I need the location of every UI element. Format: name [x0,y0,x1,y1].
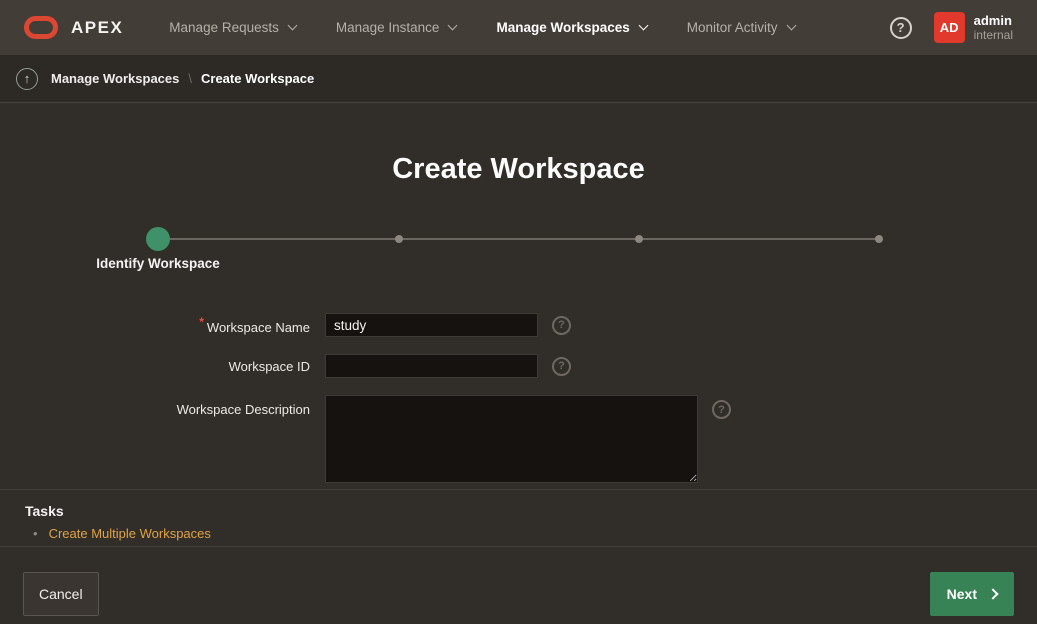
next-button[interactable]: Next [930,572,1014,616]
avatar[interactable]: AD [934,12,965,43]
workspace-description-label-cell: Workspace Description [0,395,310,417]
nav-manage-instance-label: Manage Instance [336,20,440,35]
nav-monitor-activity-label: Monitor Activity [687,20,778,35]
chevron-right-icon [987,588,998,599]
user-meta: admin internal [974,13,1013,43]
cancel-button[interactable]: Cancel [23,572,99,616]
workspace-description-textarea[interactable] [325,395,698,483]
workspace-id-label-cell: Workspace ID [0,359,310,374]
tasks-region: Tasks • Create Multiple Workspaces [0,489,1037,546]
up-arrow-icon[interactable]: ↑ [16,68,38,90]
breadcrumb-current-create-workspace: Create Workspace [201,71,314,86]
breadcrumb: ↑ Manage Workspaces \ Create Workspace [0,55,1037,103]
workspace-name-label-cell: *Workspace Name [0,315,310,335]
top-navbar: APEX Manage Requests Manage Instance Man… [0,0,1037,55]
workspace-description-label: Workspace Description [177,402,310,417]
wizard-step-3 [635,235,643,243]
user-context: internal [974,28,1013,42]
workspace-name-help-icon[interactable]: ? [552,316,571,335]
wizard-step-1-current [146,227,170,251]
workspace-id-row: Workspace ID ? [0,354,1037,378]
chevron-down-icon [287,21,297,31]
breadcrumb-separator: \ [188,71,192,86]
create-multiple-workspaces-link[interactable]: Create Multiple Workspaces [49,526,211,541]
chevron-down-icon [638,21,648,31]
workspace-name-control-cell: ? [310,313,1037,337]
list-item: • Create Multiple Workspaces [33,526,1037,541]
workspace-id-label: Workspace ID [229,359,310,374]
workspace-id-control-cell: ? [310,354,1037,378]
nav-monitor-activity[interactable]: Monitor Activity [673,12,809,43]
nav-manage-requests[interactable]: Manage Requests [155,12,310,43]
wizard-progress-line [158,238,879,240]
workspace-name-input[interactable] [325,313,538,337]
workspace-name-label: Workspace Name [207,320,310,335]
brand-apex: APEX [71,18,123,38]
nav-manage-requests-label: Manage Requests [169,20,279,35]
workspace-id-help-icon[interactable]: ? [552,357,571,376]
bullet-icon: • [33,526,38,541]
main-menu: Manage Requests Manage Instance Manage W… [155,12,820,43]
page-title: Create Workspace [0,103,1037,187]
next-button-label: Next [947,586,977,602]
create-workspace-form: *Workspace Name ? Workspace ID ? Workspa… [0,313,1037,483]
nav-manage-instance[interactable]: Manage Instance [322,12,471,43]
tasks-list: • Create Multiple Workspaces [25,526,1037,541]
main-content: Create Workspace Identify Workspace *Wor… [0,103,1037,489]
help-icon[interactable]: ? [890,17,912,39]
wizard-current-step-label: Identify Workspace [58,256,258,271]
nav-manage-workspaces-label: Manage Workspaces [496,20,629,35]
workspace-description-help-icon[interactable]: ? [712,400,731,419]
workspace-name-row: *Workspace Name ? [0,313,1037,337]
navbar-right: ? AD admin internal [890,12,1013,43]
nav-manage-workspaces[interactable]: Manage Workspaces [482,12,660,43]
wizard-footer: Cancel Next [0,546,1037,624]
breadcrumb-manage-workspaces[interactable]: Manage Workspaces [51,71,179,86]
cancel-button-label: Cancel [39,586,83,602]
chevron-down-icon [786,21,796,31]
workspace-description-row: Workspace Description ? [0,395,1037,483]
oracle-logo-icon [24,16,58,39]
workspace-id-input[interactable] [325,354,538,378]
wizard-progress: Identify Workspace [0,215,1037,275]
user-name: admin [974,13,1013,29]
required-marker: * [199,315,204,329]
tasks-heading: Tasks [25,503,1037,519]
navbar-left: APEX Manage Requests Manage Instance Man… [24,12,821,43]
workspace-description-control-cell: ? [310,395,1037,483]
wizard-step-2 [395,235,403,243]
wizard-step-4 [875,235,883,243]
chevron-down-icon [448,21,458,31]
